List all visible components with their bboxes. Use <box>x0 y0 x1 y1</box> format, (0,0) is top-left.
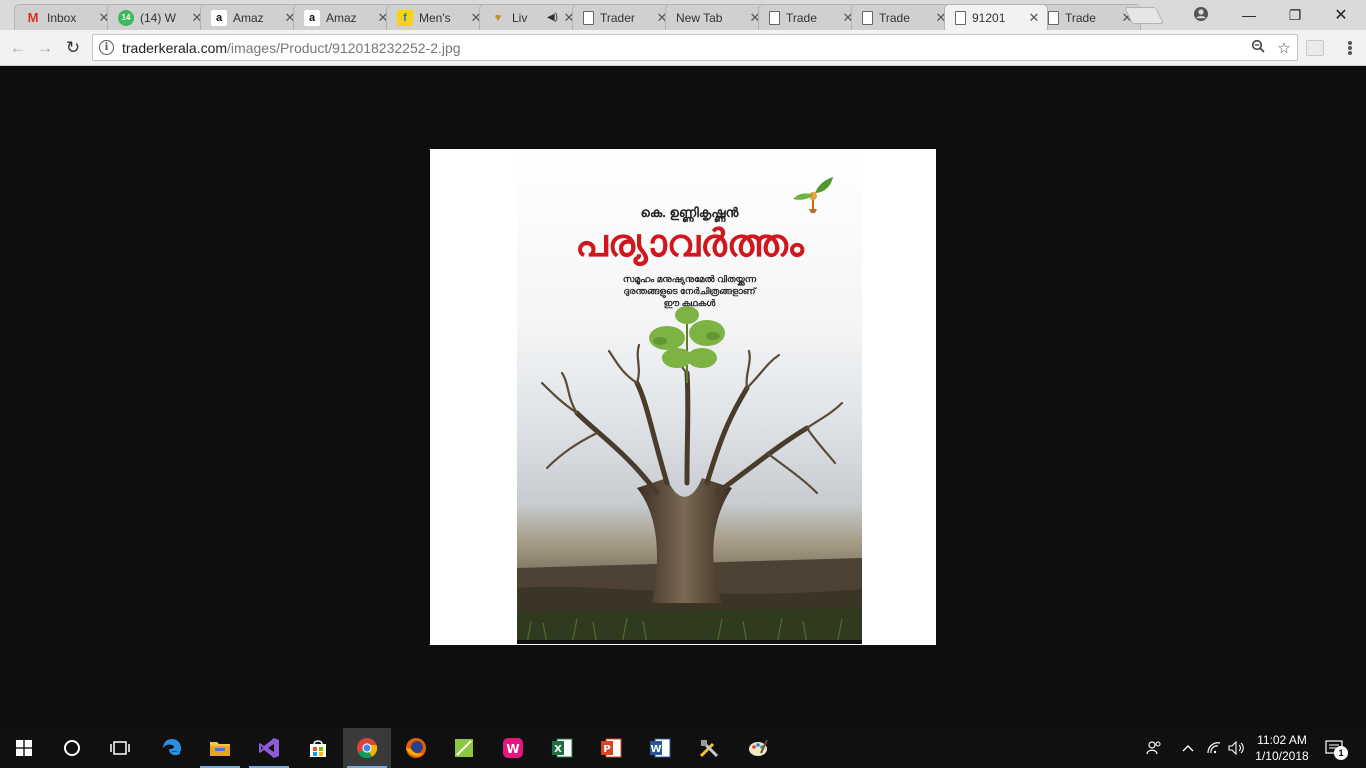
tab-title: Trade <box>1065 10 1096 25</box>
firefox-icon[interactable] <box>392 728 440 768</box>
notification-count-badge: 1 <box>1334 746 1348 760</box>
start-icon[interactable] <box>0 728 48 768</box>
tab-strip: M Inbox ✕ 14 (14) W ✕ a Amaz ✕ a Amaz ✕ … <box>0 0 1366 30</box>
wamp-icon[interactable]: W <box>489 728 537 768</box>
cortana-icon[interactable] <box>48 728 96 768</box>
chrome-menu-icon[interactable] <box>1340 38 1360 58</box>
clock-date: 1/10/2018 <box>1255 749 1309 763</box>
tab-whatsapp[interactable]: 14 (14) W ✕ <box>107 4 211 30</box>
profile-icon[interactable] <box>1192 5 1210 23</box>
tab-amazon-1[interactable]: a Amaz ✕ <box>200 4 304 30</box>
url-text[interactable]: traderkerala.com/images/Product/91201823… <box>122 40 1245 56</box>
tab-flipkart[interactable]: f Men's ✕ <box>386 4 490 30</box>
restore-button[interactable]: ❐ <box>1272 0 1318 30</box>
tab-title: Liv <box>512 10 528 25</box>
clock-time: 11:02 AM <box>1257 733 1307 747</box>
tab-title: 91201 <box>972 10 1006 25</box>
tab-title: Men's <box>419 10 451 25</box>
extension-icon[interactable] <box>1306 40 1324 56</box>
page-icon <box>862 10 873 25</box>
speaker-icon[interactable]: ◀) <box>547 12 558 23</box>
forward-button[interactable]: → <box>33 36 57 60</box>
green-app-icon[interactable] <box>440 728 488 768</box>
page-icon <box>583 10 594 25</box>
new-tab-button[interactable] <box>1124 7 1164 24</box>
wifi-icon[interactable] <box>1203 728 1225 768</box>
tab-amazon-2[interactable]: a Amaz ✕ <box>293 4 397 30</box>
file-explorer-icon[interactable] <box>196 728 244 768</box>
tagline-line: ദുരന്തങ്ങളുടെ നേർചിത്രങ്ങളാണ് <box>623 286 756 296</box>
tools-icon[interactable] <box>685 728 733 768</box>
tagline-line: സമൂഹം മനുഷ്യനുമേൽ വിതയ്ക്കുന്ന <box>622 274 757 284</box>
tab-trader-1[interactable]: Trader ✕ <box>572 4 676 30</box>
tab-live[interactable]: ♥ Liv ◀) ✕ <box>479 4 583 30</box>
volume-icon[interactable] <box>1226 728 1248 768</box>
amazon-icon: a <box>304 9 320 26</box>
chevron-up-icon[interactable] <box>1178 728 1198 768</box>
svg-text:P: P <box>603 744 610 755</box>
tab-new-tab[interactable]: New Tab ✕ <box>665 4 769 30</box>
task-view-icon[interactable] <box>96 728 144 768</box>
book-author: കെ. ഉണ്ണികൃഷ്ണൻ <box>640 205 739 220</box>
bookmark-star-icon[interactable]: ☆ <box>1271 39 1297 57</box>
tab-title: Amaz <box>326 10 357 25</box>
tab-trader-3[interactable]: Trade ✕ <box>851 4 955 30</box>
paint-icon[interactable] <box>734 728 782 768</box>
url-path: /images/Product/912018232252-2.jpg <box>227 39 461 56</box>
tab-trader-2[interactable]: Trade ✕ <box>758 4 862 30</box>
whatsapp-icon: 14 <box>118 9 134 26</box>
book-title: പര്യാവർത്തം <box>575 221 804 265</box>
tab-title: Amaz <box>233 10 264 25</box>
page-icon <box>1048 10 1059 25</box>
tab-title: Inbox <box>47 10 77 25</box>
people-icon[interactable] <box>1142 728 1166 768</box>
tab-title: Trade <box>879 10 910 25</box>
system-clock[interactable]: 11:02 AM 1/10/2018 <box>1250 732 1314 764</box>
info-icon[interactable]: i <box>99 40 114 55</box>
gmail-icon: M <box>27 10 39 25</box>
close-icon[interactable]: ✕ <box>1027 10 1041 26</box>
powerpoint-icon[interactable]: P <box>587 728 635 768</box>
close-window-button[interactable]: ✕ <box>1318 0 1364 30</box>
svg-text:W: W <box>506 742 519 756</box>
minimize-button[interactable]: — <box>1226 0 1272 30</box>
address-bar[interactable]: i traderkerala.com/images/Product/912018… <box>92 34 1298 61</box>
zoom-icon[interactable] <box>1245 39 1271 57</box>
page-icon <box>769 10 780 25</box>
tab-title: (14) W <box>140 10 176 25</box>
browser-toolbar: ← → ↻ i traderkerala.com/images/Product/… <box>0 30 1366 66</box>
taskbar: W X P W 11:02 AM 1/10/2018 1 <box>0 728 1366 768</box>
reload-button[interactable]: ↻ <box>61 36 85 60</box>
live-icon: ♥ <box>494 11 502 24</box>
book-cover: കെ. ഉണ്ണികൃഷ്ണൻ പര്യാവർത്തം സമൂഹം മനുഷ്യ… <box>517 153 862 644</box>
url-host: traderkerala.com <box>122 39 228 56</box>
chrome-icon[interactable] <box>343 728 391 768</box>
back-button[interactable]: ← <box>6 36 30 60</box>
product-image[interactable]: കെ. ഉണ്ണികൃഷ്ണൻ പര്യാവർത്തം സമൂഹം മനുഷ്യ… <box>430 149 936 645</box>
page-icon <box>955 10 966 25</box>
svg-text:X: X <box>554 744 562 755</box>
edge-icon[interactable] <box>148 728 196 768</box>
tree-illustration <box>517 306 862 640</box>
tab-inbox[interactable]: M Inbox ✕ <box>14 4 118 30</box>
image-viewer: കെ. ഉണ്ണികൃഷ്ണൻ പര്യാവർത്തം സമൂഹം മനുഷ്യ… <box>0 67 1366 728</box>
tab-title: Trader <box>600 10 635 25</box>
visual-studio-icon[interactable] <box>245 728 293 768</box>
tab-active-image[interactable]: 91201 ✕ <box>944 4 1048 30</box>
svg-text:W: W <box>650 744 661 755</box>
flipkart-icon: f <box>397 9 413 26</box>
word-icon[interactable]: W <box>636 728 684 768</box>
tab-title: New Tab <box>676 10 723 25</box>
tab-title: Trade <box>786 10 817 25</box>
amazon-icon: a <box>211 9 227 26</box>
store-icon[interactable] <box>294 728 342 768</box>
excel-icon[interactable]: X <box>538 728 586 768</box>
